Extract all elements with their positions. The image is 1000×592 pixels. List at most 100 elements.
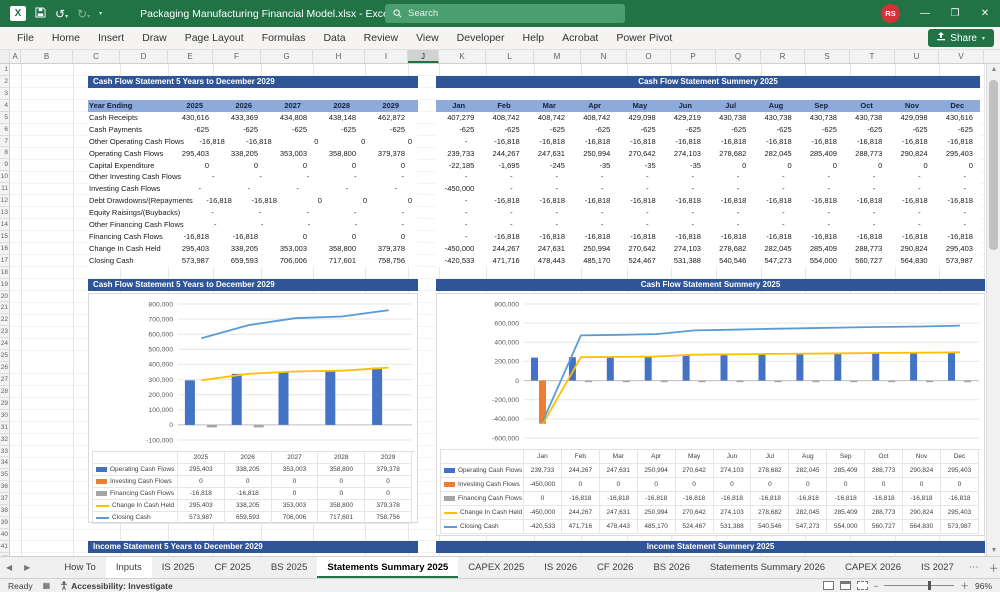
cell[interactable]: 338,205 [215,148,264,160]
cell[interactable]: 379,378 [362,243,411,255]
ribbon-tab-data[interactable]: Data [314,32,354,44]
row-header-37[interactable]: 37 [0,493,9,506]
cell[interactable]: - [844,219,889,231]
sheet-tab-capex-2025[interactable]: CAPEX 2025 [458,557,534,578]
cell[interactable]: -16,818 [708,231,753,243]
cell[interactable]: 462,872 [362,112,411,124]
month-column-header[interactable]: Feb [481,100,526,112]
cell[interactable]: - [264,183,313,195]
cell[interactable]: - [753,183,798,195]
column-header-F[interactable]: F [213,50,261,63]
chart-bar[interactable] [660,380,668,383]
cell[interactable]: -16,818 [935,231,980,243]
cell[interactable]: 434,808 [264,112,313,124]
ribbon-tab-acrobat[interactable]: Acrobat [553,32,607,44]
cell[interactable]: -16,818 [572,136,617,148]
cell[interactable]: 274,103 [663,148,708,160]
tab-scroll-left-icon[interactable]: ◀ [0,563,18,572]
save-icon[interactable] [35,7,46,20]
undo-icon[interactable]: ↺▾ [55,8,68,20]
cell[interactable]: 554,000 [799,255,844,267]
row-header-18[interactable]: 18 [0,267,9,279]
cell[interactable]: 353,003 [264,148,313,160]
month-column-header[interactable]: Dec [935,100,980,112]
cell[interactable]: -16,818 [527,195,572,207]
normal-view-icon[interactable] [822,581,834,590]
row-header-20[interactable]: 20 [0,291,9,303]
cell[interactable]: 485,170 [572,255,617,267]
month-column-header[interactable]: Jul [708,100,753,112]
scroll-up-icon[interactable]: ▲ [987,66,1000,73]
cell[interactable]: -1,695 [481,160,526,172]
column-header-U[interactable]: U [895,50,939,63]
cell[interactable]: 282,045 [753,243,798,255]
sheet-tab-capex-2026[interactable]: CAPEX 2026 [835,557,911,578]
cell[interactable]: -16,818 [753,195,798,207]
row-header-29[interactable]: 29 [0,398,9,410]
chart-legend-item[interactable]: Change In Cash Held [441,506,524,520]
cell[interactable]: - [481,183,526,195]
chart-bar[interactable] [325,370,336,425]
cell[interactable]: - [708,207,753,219]
cell[interactable]: 0 [283,195,328,207]
cell[interactable]: - [436,219,481,231]
row-header-11[interactable]: 11 [0,183,9,196]
cell[interactable]: - [663,171,708,183]
row-header-2[interactable]: 2 [0,76,9,88]
row-header-30[interactable]: 30 [0,410,9,422]
cell[interactable]: - [572,219,617,231]
chart-bar[interactable] [758,353,766,381]
cell[interactable]: -16,818 [481,136,526,148]
row-label[interactable]: Closing Cash [88,255,166,267]
ribbon-tab-file[interactable]: File [8,32,43,44]
row-header-3[interactable]: 3 [0,88,9,100]
cell[interactable]: -16,818 [617,195,662,207]
column-header-T[interactable]: T [850,50,895,63]
cell[interactable]: 560,727 [844,255,889,267]
cell[interactable]: -16,818 [184,136,231,148]
cell[interactable]: 430,616 [166,112,215,124]
chart-legend-item[interactable]: Operating Cash Flows [93,464,178,476]
cell[interactable]: - [229,171,276,183]
cell[interactable]: 531,388 [663,255,708,267]
cell[interactable]: -625 [708,124,753,136]
cell[interactable]: -245 [527,160,572,172]
chart-bar[interactable] [720,354,728,381]
cell[interactable]: 0 [753,160,798,172]
row-label[interactable]: Debt Drawdowns/(Repayments [88,195,193,207]
column-header-E[interactable]: E [168,50,213,63]
cell[interactable]: -16,818 [215,231,264,243]
sheet-tab-statements-summary-2025[interactable]: Statements Summary 2025 [317,557,459,578]
cell[interactable]: - [889,219,934,231]
row-header-15[interactable]: 15 [0,231,9,243]
cell[interactable]: 0 [362,160,411,172]
cell[interactable]: -16,818 [753,136,798,148]
row-header-6[interactable]: 6 [0,124,9,136]
cell[interactable]: -16,818 [663,195,708,207]
cell[interactable]: - [753,207,798,219]
cell[interactable]: 250,994 [572,243,617,255]
cell[interactable]: 438,148 [313,112,362,124]
cell[interactable]: -625 [753,124,798,136]
cell[interactable]: -16,818 [663,136,708,148]
cell[interactable]: -16,818 [617,136,662,148]
cell[interactable]: -625 [844,124,889,136]
cell[interactable]: -16,818 [708,136,753,148]
cell[interactable]: - [889,183,934,195]
cell[interactable]: 0 [278,136,325,148]
chart-bar[interactable] [253,424,264,428]
cell[interactable]: 239,733 [436,148,481,160]
cell[interactable]: - [313,183,362,195]
row-header-31[interactable]: 31 [0,422,9,434]
cell[interactable]: -16,818 [799,136,844,148]
column-header-I[interactable]: I [365,50,408,63]
cell[interactable]: 290,824 [889,148,934,160]
chart-bar[interactable] [948,352,955,381]
chart-bar[interactable] [184,380,195,425]
cell[interactable]: 247,631 [527,148,572,160]
cell[interactable]: -16,818 [166,231,215,243]
row-header-27[interactable]: 27 [0,374,9,386]
cell[interactable]: 524,467 [617,255,662,267]
cell[interactable]: - [617,171,662,183]
cell[interactable]: 250,994 [572,148,617,160]
